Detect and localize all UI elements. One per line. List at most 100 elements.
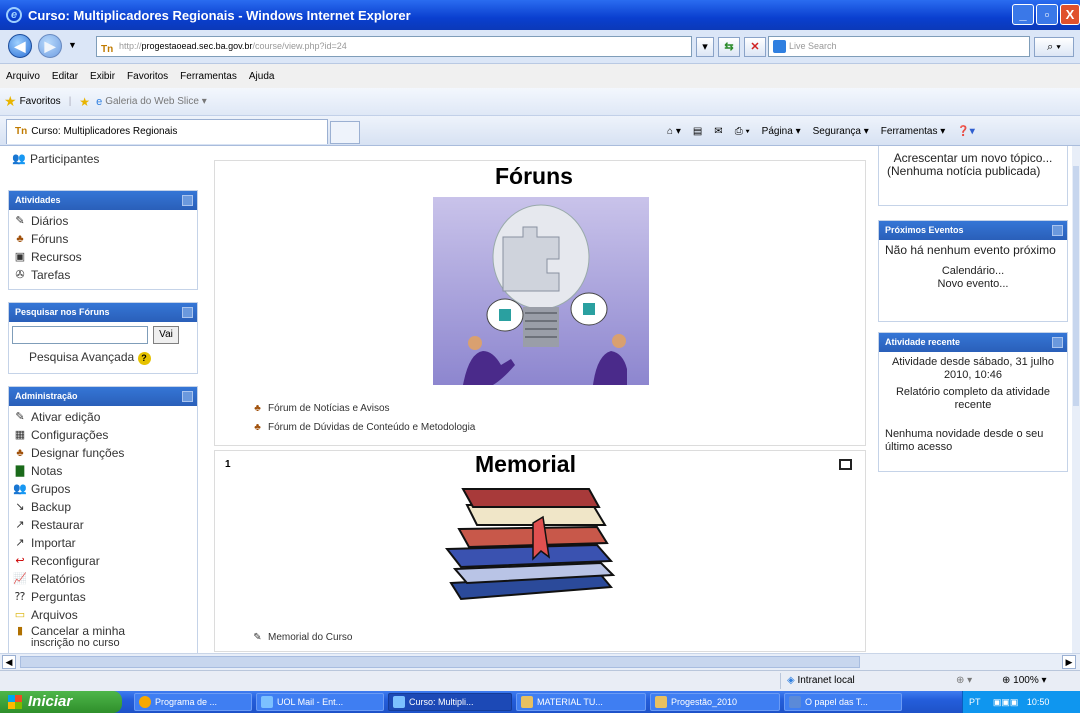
forum-search-input[interactable] <box>12 326 148 344</box>
scroll-right-button[interactable]: ▶ <box>1062 655 1076 669</box>
admin-label: Relatórios <box>31 572 86 586</box>
calendar-link[interactable]: Calendário... <box>879 265 1067 278</box>
admin-perguntas[interactable]: ⁇ Perguntas <box>9 588 197 606</box>
admin-importar[interactable]: ↗ Importar <box>9 534 197 552</box>
section-foruns: Fóruns ♣ Fórum de Notícias e Avisos ♣ Fóru… <box>214 160 866 446</box>
history-dropdown-icon[interactable]: ▼ <box>68 40 77 50</box>
help-icon[interactable]: ❓▾ <box>957 126 974 137</box>
minimize-button[interactable]: _ <box>1012 4 1034 25</box>
menu-ajuda[interactable]: Ajuda <box>249 71 275 82</box>
admin-label: Perguntas <box>31 590 86 604</box>
resource-icon: ▣ <box>14 251 26 263</box>
favorites-button[interactable]: Favoritos <box>20 96 61 107</box>
vertical-scroll-thumb[interactable] <box>1073 166 1079 406</box>
webslice-icon: e <box>96 95 103 108</box>
tab-current[interactable]: Tn Curso: Multiplicadores Regionais <box>6 119 328 144</box>
print-icon[interactable]: ⎙ ▾ <box>735 126 750 137</box>
activity-tarefas[interactable]: ✇ Tarefas <box>9 266 197 284</box>
vertical-scrollbar[interactable] <box>1072 146 1080 653</box>
taskbar-item-programa[interactable]: Programa de ... <box>134 693 252 711</box>
activity-label: Tarefas <box>31 268 71 282</box>
memorial-link[interactable]: ✎ Memorial do Curso <box>251 631 352 644</box>
taskbar-item-material[interactable]: MATERIAL TU... <box>516 693 646 711</box>
zoom-level[interactable]: ⊕ 100% ▾ <box>1002 673 1047 689</box>
collapse-icon[interactable] <box>1052 225 1063 236</box>
section-title-memorial: Memorial <box>475 451 576 477</box>
start-button[interactable]: Iniciar <box>0 691 122 713</box>
forum-search-go-button[interactable]: Vai <box>153 326 179 344</box>
stop-button[interactable]: ✕ <box>744 37 766 57</box>
new-event-link[interactable]: Novo evento... <box>879 278 1067 291</box>
page-menu[interactable]: Página ▾ <box>762 126 801 137</box>
taskbar-item-progestao[interactable]: Progestão_2010 <box>650 693 780 711</box>
mail-icon[interactable]: ✉ <box>714 126 722 137</box>
activity-diarios[interactable]: ✎ Diários <box>9 212 197 230</box>
webslice-gallery-link[interactable]: Galeria do Web Slice ▾ <box>105 96 207 107</box>
forward-button[interactable]: ▶ <box>38 34 62 58</box>
address-dropdown-button[interactable]: ▾ <box>696 37 714 57</box>
search-button[interactable]: ⌕ ▾ <box>1034 37 1074 57</box>
collapse-icon[interactable] <box>1052 337 1063 348</box>
search-input[interactable]: Live Search <box>768 36 1030 57</box>
admin-label: Notas <box>31 464 63 478</box>
forum-link-label: Fórum de Notícias e Avisos <box>268 403 390 414</box>
taskbar-item-papel[interactable]: O papel das T... <box>784 693 902 711</box>
forum-link-noticias[interactable]: ♣ Fórum de Notícias e Avisos <box>251 402 390 415</box>
horizontal-scroll-thumb[interactable] <box>20 656 860 668</box>
activity-foruns[interactable]: ♣ Fóruns <box>9 230 197 248</box>
show-only-section-icon[interactable] <box>839 459 852 470</box>
admin-configuracoes[interactable]: ▦ Configurações <box>9 426 197 444</box>
admin-cancelar-inscricao-cont[interactable]: inscrição no curso <box>9 637 197 649</box>
collapse-icon[interactable] <box>182 195 193 206</box>
menu-favoritos[interactable]: Favoritos <box>127 71 168 82</box>
taskbar-item-uolmail[interactable]: UOL Mail - Ent... <box>256 693 384 711</box>
admin-designar-funcoes[interactable]: ♣ Designar funções <box>9 444 197 462</box>
address-bar[interactable]: Tn http://progestaoead.sec.ba.gov.br/cou… <box>96 36 692 57</box>
collapse-icon[interactable] <box>182 307 193 318</box>
tray-icons[interactable]: ▣▣▣ <box>993 697 1019 707</box>
menu-exibir[interactable]: Exibir <box>90 71 115 82</box>
horizontal-scrollbar[interactable]: ◀ ▶ <box>0 653 1080 670</box>
maximize-button[interactable]: ▫ <box>1036 4 1058 25</box>
admin-arquivos[interactable]: ▭ Arquivos <box>9 606 197 624</box>
close-button[interactable]: X <box>1060 4 1080 25</box>
security-menu[interactable]: Segurança ▾ <box>813 126 869 137</box>
collapse-icon[interactable] <box>182 391 193 402</box>
admin-label: Reconfigurar <box>31 554 100 568</box>
add-favorite-icon[interactable]: ★ <box>79 95 90 109</box>
menu-bar: Arquivo Editar Exibir Favoritos Ferramen… <box>0 64 1080 88</box>
activity-recursos[interactable]: ▣ Recursos <box>9 248 197 266</box>
menu-ferramentas[interactable]: Ferramentas <box>180 71 237 82</box>
admin-grupos[interactable]: 👥 Grupos <box>9 480 197 498</box>
back-button[interactable]: ◀ <box>8 34 32 58</box>
home-icon[interactable]: ⌂ ▾ <box>667 126 681 137</box>
full-report-link[interactable]: Relatório completo da atividade recente <box>879 386 1067 412</box>
advanced-search-link[interactable]: Pesquisa Avançada ? <box>29 350 151 365</box>
language-indicator[interactable]: PT <box>969 697 980 707</box>
admin-reconfigurar[interactable]: ↩ Reconfigurar <box>9 552 197 570</box>
feeds-icon[interactable]: ▤ <box>693 126 702 137</box>
forum-link-duvidas[interactable]: ♣ Fórum de Dúvidas de Conteúdo e Metodolo… <box>251 421 475 434</box>
admin-cancelar-inscricao[interactable]: ▮ Cancelar a minha <box>9 624 197 638</box>
compatibility-icon[interactable]: ⇆ <box>718 37 740 57</box>
tools-menu[interactable]: Ferramentas ▾ <box>881 126 945 137</box>
participants-link[interactable]: 👥 Participantes <box>8 150 198 168</box>
new-tab-button[interactable] <box>330 121 360 144</box>
help-icon[interactable]: ? <box>137 352 151 365</box>
protected-mode-icon[interactable]: ⊕ ▾ <box>956 673 984 689</box>
admin-ativar-edicao[interactable]: ✎ Ativar edição <box>9 408 197 426</box>
menu-arquivo[interactable]: Arquivo <box>6 71 40 82</box>
scroll-left-button[interactable]: ◀ <box>2 655 16 669</box>
admin-relatorios[interactable]: 📈 Relatórios <box>9 570 197 588</box>
admin-restaurar[interactable]: ↗ Restaurar <box>9 516 197 534</box>
menu-editar[interactable]: Editar <box>52 71 78 82</box>
section-memorial: 1 Memorial ✎ Memorial do Curso <box>214 450 866 652</box>
admin-backup[interactable]: ↘ Backup <box>9 498 197 516</box>
clock[interactable]: 10:50 <box>1027 697 1050 707</box>
taskbar-item-curso[interactable]: Curso: Multipli... <box>388 693 512 711</box>
security-zone[interactable]: ◈ Intranet local <box>780 673 910 689</box>
intranet-icon: ◈ <box>787 675 798 686</box>
admin-notas[interactable]: ▇ Notas <box>9 462 197 480</box>
tab-row: Tn Curso: Multiplicadores Regionais ⌂ ▾ ▤… <box>0 116 1080 146</box>
forum-icon: ♣ <box>16 233 24 245</box>
